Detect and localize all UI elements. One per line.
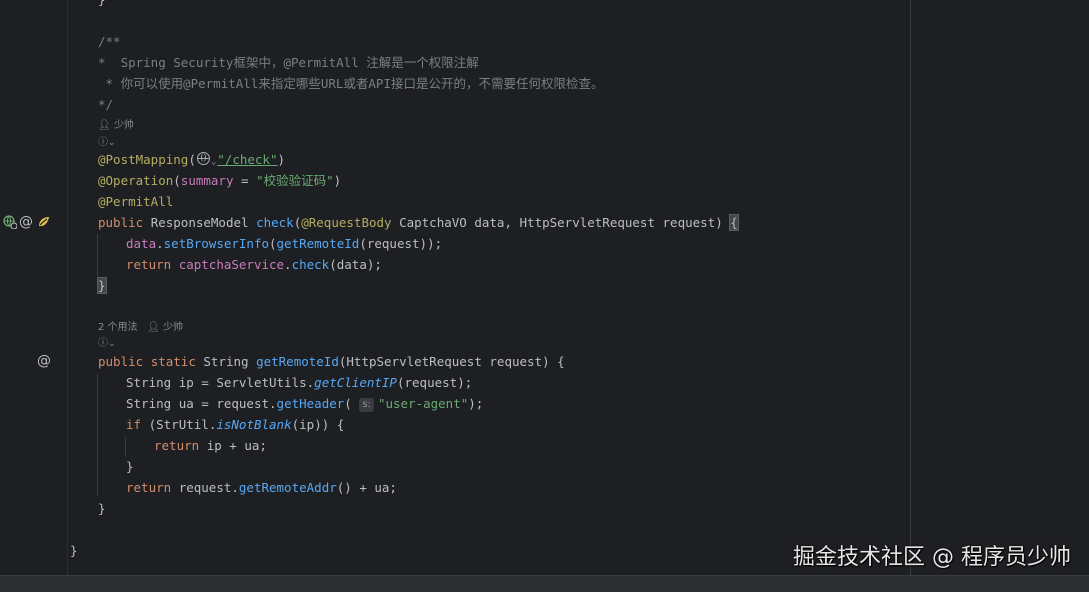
url-link[interactable]: "/check"	[217, 152, 277, 167]
endpoint-web-icon[interactable]	[2, 214, 18, 230]
comment-line: * 你可以使用@PermitAll来指定哪些URL或者API接口是公开的，不需要…	[98, 76, 604, 91]
code-line: }	[70, 543, 78, 558]
matched-brace: }	[97, 277, 107, 294]
author-name: 少帅	[162, 322, 183, 333]
user-icon: 👤︎	[147, 322, 160, 333]
code-line: if (StrUtil.isNotBlank(ip)) {	[126, 417, 345, 432]
code-line: }	[126, 459, 134, 474]
code-line: return request.getRemoteAddr() + ua;	[126, 480, 397, 495]
usages-hint[interactable]: 2 个用法 👤︎ 少帅	[98, 321, 183, 335]
code-line: String ua = request.getHeader( s: "user-a…	[126, 396, 484, 412]
spring-bean-icon[interactable]	[36, 214, 52, 230]
matched-brace: {	[729, 214, 739, 231]
author-hint[interactable]: 👤︎ 少帅	[98, 119, 134, 133]
comment-open: /**	[98, 34, 121, 49]
code-line: public ResponseModel check(@RequestBody …	[98, 214, 739, 231]
code-line: }	[97, 276, 107, 296]
code-line: String ip = ServletUtils.getClientIP(req…	[126, 375, 473, 390]
chevron-down-icon[interactable]: ⌄	[211, 157, 216, 167]
code-line: public static String getRemoteId(HttpSer…	[98, 354, 565, 369]
code-line: }	[98, 0, 106, 10]
translate-icon: ⓘ	[98, 137, 108, 148]
chevron-down-icon: ⌄	[108, 138, 116, 148]
author-name: 少帅	[113, 120, 134, 131]
right-margin-guide	[910, 0, 911, 575]
annotation-at-icon-2[interactable]: @	[36, 352, 52, 370]
status-bar	[0, 575, 1089, 592]
chevron-down-icon: ⌄	[108, 339, 116, 349]
inlay-actions[interactable]: ⓘ⌄	[98, 337, 117, 351]
globe-icon[interactable]	[196, 152, 210, 165]
code-line: @Operation(summary = "校验验证码")	[98, 173, 342, 188]
gutter-separator	[67, 0, 68, 575]
code-line: @PermitAll	[98, 194, 174, 209]
code-line: return ip + ua;	[154, 438, 267, 453]
comment-line: * Spring Security框架中，@PermitAll 注解是一个权限注…	[98, 55, 479, 70]
comment-close: */	[98, 97, 114, 112]
annotation-at-icon[interactable]: @	[18, 213, 34, 231]
translate-icon: ⓘ	[98, 338, 108, 349]
watermark: 掘金技术社区 @ 程序员少帅	[793, 545, 1071, 570]
inlay-actions[interactable]: ⓘ⌄	[98, 136, 117, 150]
editor-gutter	[0, 0, 68, 575]
code-line: return captchaService.check(data);	[126, 257, 382, 272]
code-line: data.setBrowserInfo(getRemoteId(request)…	[126, 236, 443, 251]
parameter-hint: s:	[359, 398, 374, 412]
indent-guide	[125, 437, 126, 457]
user-icon: 👤︎	[98, 120, 111, 131]
indent-guide	[97, 374, 98, 496]
code-line: }	[98, 501, 106, 516]
code-line: @PostMapping(⌄"/check")	[98, 152, 286, 167]
